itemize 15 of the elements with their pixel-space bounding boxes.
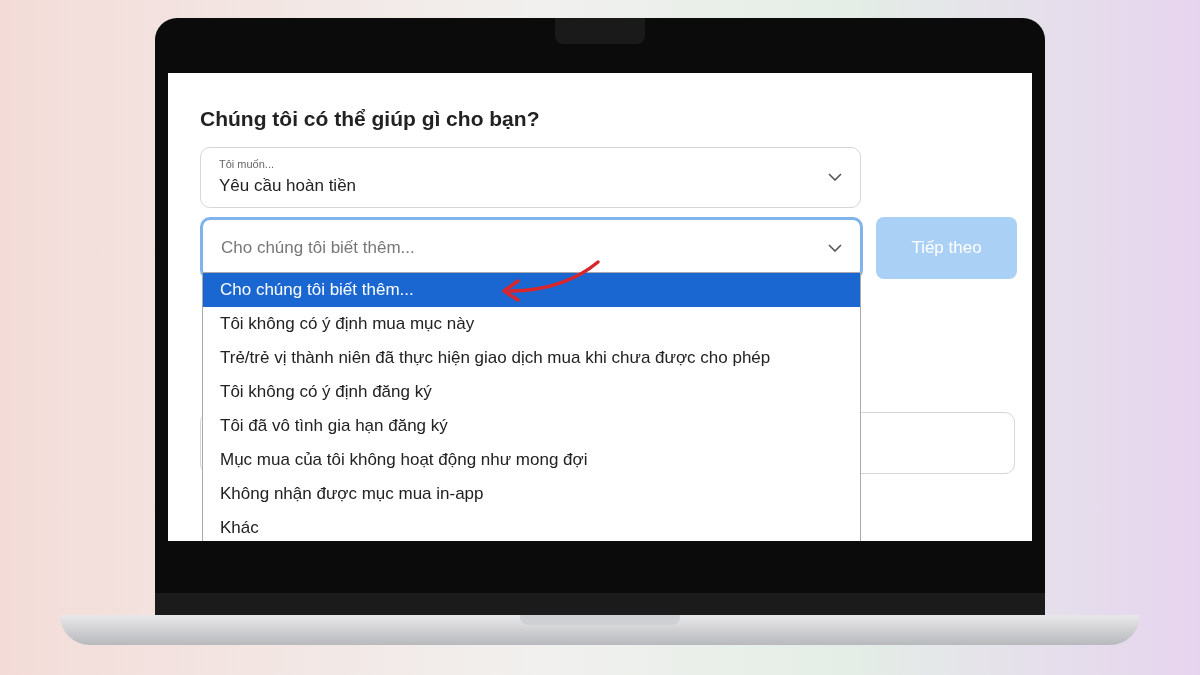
dropdown-option[interactable]: Tôi không có ý định mua mục này [203, 307, 860, 341]
request-select[interactable]: Tôi muốn... Yêu cầu hoàn tiền [200, 146, 861, 208]
chevron-down-icon [828, 244, 842, 252]
dropdown-option[interactable]: Mục mua của tôi không hoạt động như mong đợi [203, 443, 860, 477]
dropdown-option[interactable]: Không nhận được mục mua in-app [203, 477, 860, 511]
field-value: Yêu cầu hoàn tiền [219, 174, 357, 197]
dropdown-option[interactable]: Cho chúng tôi biết thêm... [203, 273, 860, 307]
field-label: Tôi muốn... [219, 157, 276, 172]
select-placeholder: Cho chúng tôi biết thêm... [221, 237, 415, 260]
chevron-down-icon [828, 173, 842, 181]
page-heading: Chúng tôi có thể giúp gì cho bạn? [200, 106, 541, 132]
dropdown-option[interactable]: Khác [203, 511, 860, 541]
dropdown-option[interactable]: Trẻ/trẻ vị thành niên đã thực hiện giao dịch mua khi chưa được cho phép [203, 341, 860, 375]
dropdown-option[interactable]: Tôi không có ý định đăng ký [203, 375, 860, 409]
dropdown-option[interactable]: Tôi đã vô tình gia hạn đăng ký [203, 409, 860, 443]
